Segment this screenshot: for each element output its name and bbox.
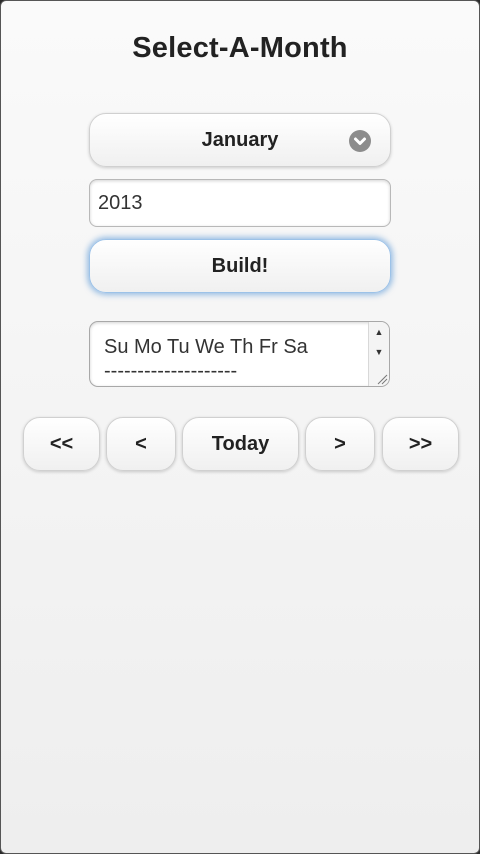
month-select[interactable]: January [89,113,391,167]
next-button[interactable]: > [305,417,375,471]
last-button[interactable]: >> [382,417,459,471]
resize-grip-icon[interactable] [374,371,388,385]
scroll-up-arrow-icon[interactable]: ▲ [369,324,389,340]
prev-button[interactable]: < [106,417,176,471]
scroll-down-arrow-icon[interactable]: ▼ [369,344,389,360]
today-button[interactable]: Today [182,417,299,471]
month-select-value: January [201,129,279,151]
year-input[interactable] [89,179,391,227]
first-button[interactable]: << [23,417,100,471]
app-screen: Select-A-Month January Build! Su Mo Tu W… [0,0,480,854]
chevron-down-icon [349,130,371,152]
calendar-output-textarea[interactable]: Su Mo Tu We Th Fr Sa -------------------… [89,321,390,387]
build-button[interactable]: Build! [89,239,391,293]
page-title: Select-A-Month [132,32,348,64]
calendar-output-text: Su Mo Tu We Th Fr Sa -------------------… [104,336,308,382]
